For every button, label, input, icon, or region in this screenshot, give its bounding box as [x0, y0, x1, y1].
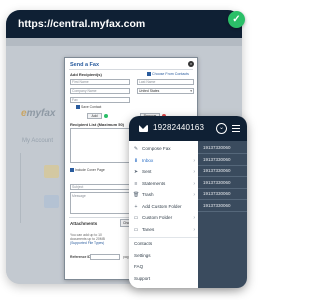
supported-types-link[interactable]: (Supported File Types): [70, 241, 104, 245]
statements-icon: ≡: [134, 180, 138, 187]
menu-item-faq[interactable]: FAQ: [129, 262, 198, 272]
chevron-right-icon: ›: [193, 180, 195, 187]
address-bar[interactable]: https://central.myfax.com: [6, 10, 242, 38]
background-account-heading: My Account: [22, 138, 54, 144]
recipient-list-label: Recipient List (Maximum 50): [70, 122, 125, 127]
inbox-divider: [198, 210, 247, 212]
menu-divider: [129, 237, 198, 238]
menu-item-label: Tanes: [142, 226, 155, 232]
menu-item-statements[interactable]: ≡ Statements ›: [129, 179, 198, 189]
include-cover-checkbox[interactable]: [70, 168, 74, 172]
inbox-divider: [198, 199, 247, 200]
mobile-app: 19282440163 ⌄ 19137330060 19137330060 1913…: [129, 116, 247, 288]
menu-item-label: Support: [134, 275, 151, 281]
nav-menu: ✎ Compose Fax ⬇ Inbox › ➤ Sent › ≡ Statements › 🗑 Tr…: [129, 141, 198, 288]
background-header-strip: [6, 38, 242, 46]
reference-right-text: pag: [123, 255, 129, 259]
company-name-field[interactable]: Company Name: [70, 88, 130, 94]
attachments-label: Attachments: [70, 221, 98, 226]
envelope-icon: [139, 125, 148, 132]
reference-label: Reference ID:: [70, 255, 92, 259]
include-cover-label: Include Cover Page: [75, 168, 105, 172]
last-name-field[interactable]: Last Name: [137, 79, 194, 85]
chevron-down-icon[interactable]: ⌄: [216, 123, 227, 134]
menu-item-sent[interactable]: ➤ Sent ›: [129, 167, 198, 177]
add-recipients-label: Add Recipient(s): [70, 72, 102, 77]
reference-field[interactable]: [90, 254, 120, 260]
menu-item-inbox[interactable]: ⬇ Inbox ›: [129, 156, 198, 166]
inbox-entry[interactable]: 19137330060: [203, 145, 231, 150]
choose-contacts-link[interactable]: Choose From Contacts: [152, 72, 189, 76]
menu-item-compose-fax[interactable]: ✎ Compose Fax: [129, 144, 198, 154]
inbox-entry[interactable]: 19137330060: [203, 203, 231, 208]
background-sidebar: [20, 153, 60, 223]
close-icon[interactable]: ×: [188, 61, 194, 67]
hamburger-menu-icon[interactable]: [232, 125, 240, 134]
save-contact-label: Save Contact: [81, 105, 102, 109]
menu-item-label: Custom Folder: [142, 215, 173, 220]
menu-item-label: Compose Fax: [142, 146, 171, 151]
inbox-divider: [198, 153, 247, 154]
inbox-entry[interactable]: 19137330060: [203, 168, 231, 173]
inbox-icon: ⬇: [133, 157, 139, 164]
menu-item-tanes[interactable]: ▭ Tanes ›: [129, 225, 198, 235]
chevron-right-icon: ›: [193, 157, 195, 164]
first-name-field[interactable]: First Name: [70, 79, 130, 85]
inbox-divider: [198, 176, 247, 177]
chevron-right-icon: ›: [193, 192, 195, 198]
save-contact-checkbox[interactable]: [76, 105, 80, 109]
check-icon: ✓: [228, 11, 245, 28]
divider: [69, 69, 193, 70]
contacts-checkbox-icon[interactable]: [147, 72, 151, 76]
inbox-entry[interactable]: 19137330060: [203, 180, 231, 185]
inbox-entry[interactable]: 19137330060: [203, 191, 231, 196]
chevron-right-icon: ›: [193, 169, 195, 175]
background-logo: emyfax: [21, 108, 56, 119]
send-icon: ➤: [133, 169, 139, 175]
chevron-right-icon: ›: [193, 215, 195, 221]
folder-icon: ▭: [133, 226, 139, 233]
country-select[interactable]: United States: [137, 88, 194, 94]
menu-item-settings[interactable]: Settings: [129, 251, 198, 261]
menu-item-label: Sent: [142, 169, 152, 174]
menu-item-label: Add Custom Folder: [142, 203, 182, 209]
menu-item-label: FAQ: [134, 264, 144, 269]
url-text: https://central.myfax.com: [18, 18, 146, 30]
menu-item-label: Trash: [142, 192, 154, 197]
menu-item-custom-folder[interactable]: ▭ Custom Folder ›: [129, 213, 198, 223]
mobile-header: 19282440163 ⌄: [129, 116, 247, 141]
chevron-right-icon: ›: [193, 226, 195, 233]
trash-icon: 🗑: [133, 192, 140, 198]
dialog-title: Send a Fax: [70, 62, 100, 68]
add-icon: +: [134, 203, 138, 210]
folder-icon: ▭: [133, 215, 139, 221]
background-document-icon: [44, 195, 59, 208]
menu-item-contacts[interactable]: Contacts: [129, 239, 198, 249]
add-icon: [104, 114, 108, 118]
menu-item-trash[interactable]: 🗑 Trash ›: [129, 190, 198, 200]
menu-item-label: Contacts: [134, 241, 153, 246]
inbox-divider: [198, 164, 247, 166]
menu-item-label: Inbox: [142, 157, 154, 163]
fax-number: 19282440163: [153, 123, 205, 132]
inbox-entry[interactable]: 19137330060: [203, 157, 231, 162]
menu-item-label: Settings: [134, 252, 151, 258]
menu-item-support[interactable]: Support: [129, 274, 198, 284]
message-placeholder: Message: [72, 194, 86, 198]
inbox-divider: [198, 187, 247, 189]
add-button[interactable]: Add: [87, 113, 102, 119]
background-folder-icon: [44, 165, 59, 178]
compose-icon: ✎: [133, 146, 139, 152]
inbox-panel: 19137330060 19137330060 19137330060 1913733…: [198, 141, 247, 288]
fax-number-field[interactable]: Fax: [70, 97, 130, 103]
menu-item-label: Statements: [142, 180, 166, 186]
menu-item-add-custom-folder[interactable]: + Add Custom Folder: [129, 202, 198, 212]
